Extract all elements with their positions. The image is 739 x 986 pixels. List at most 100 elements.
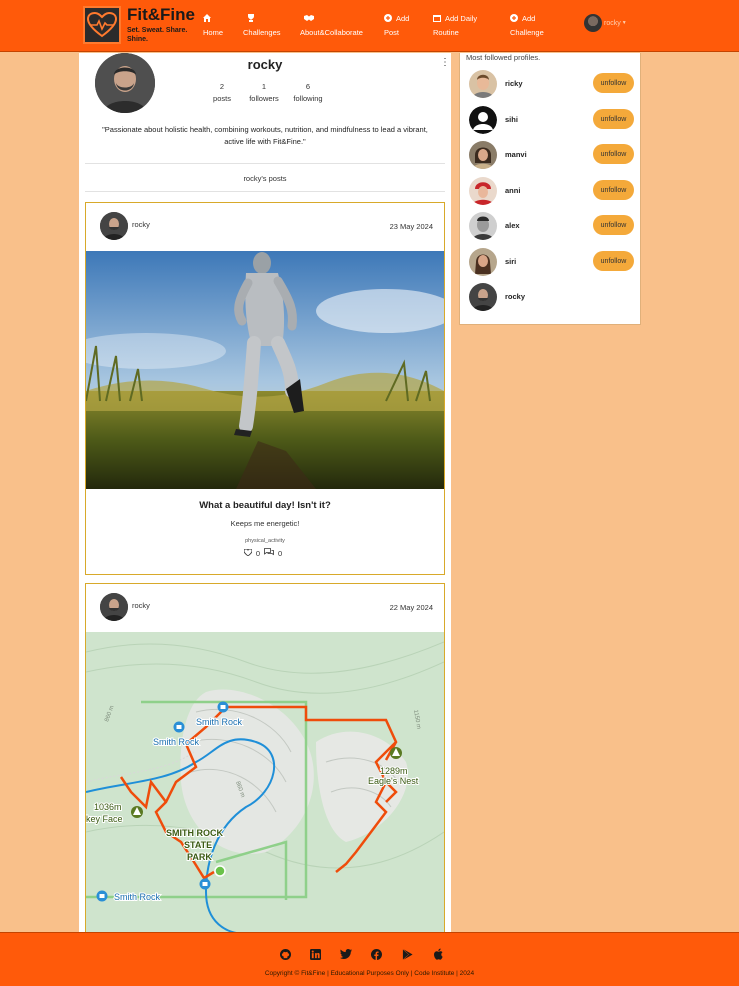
github-icon[interactable] xyxy=(279,948,291,960)
navbar: Fit&Fine Set. Sweat. Share. Shine. Home … xyxy=(0,0,739,52)
caret-down-icon: ▼ xyxy=(621,20,627,26)
post-author-avatar[interactable] xyxy=(100,593,128,621)
post-image-runner[interactable] xyxy=(86,251,444,489)
unfollow-button[interactable]: unfollow xyxy=(593,215,634,235)
comments-count: 0 xyxy=(278,548,283,558)
avatar[interactable] xyxy=(469,212,497,240)
copyright-text: Copyright © Fit&Fine | Educational Purpo… xyxy=(264,970,475,977)
posts-label: posts xyxy=(213,94,231,103)
stat-followers: 1 followers xyxy=(245,81,283,105)
following-count: 6 xyxy=(305,82,311,91)
apple-icon[interactable] xyxy=(432,948,444,960)
profile-name[interactable]: siri xyxy=(505,257,516,266)
profile-item-sihi[interactable]: sihi unfollow xyxy=(460,105,640,135)
map-label-eagles-elev: 1289m xyxy=(380,766,408,776)
profile-panel: rocky 2 posts 1 followers 6 following ⋮ … xyxy=(79,53,451,943)
profile-item-anni[interactable]: anni unfollow xyxy=(460,176,640,206)
nav-challenges[interactable]: Challenges xyxy=(243,12,281,40)
stat-posts: 2 posts xyxy=(209,81,235,105)
svg-text:STATE: STATE xyxy=(184,840,212,850)
avatar[interactable] xyxy=(469,70,497,98)
google-play-icon[interactable] xyxy=(401,948,413,960)
map-label-face-elev: 1036m xyxy=(94,802,122,812)
social-links xyxy=(279,948,462,960)
post-image-trail-map[interactable]: Smith Rock Smith Rock Smith Rock 1289m E… xyxy=(86,632,444,934)
comments-icon[interactable] xyxy=(264,548,274,558)
twitter-icon[interactable] xyxy=(340,948,352,960)
post-card[interactable]: rocky 22 May 2024 Smith Rock Smith Rock … xyxy=(85,583,445,943)
post-author-name[interactable]: rocky xyxy=(132,220,150,229)
avatar xyxy=(584,14,602,32)
facebook-icon[interactable] xyxy=(371,948,383,960)
avatar[interactable] xyxy=(469,106,497,134)
unfollow-button[interactable]: unfollow xyxy=(593,180,634,200)
avatar[interactable] xyxy=(469,283,497,311)
post-title: What a beautiful day! Isn't it? xyxy=(199,500,331,511)
brand-title: Fit&Fine xyxy=(127,4,195,24)
posts-count: 2 xyxy=(219,82,225,91)
map-label-smith-rock-3: Smith Rock xyxy=(114,892,161,902)
profile-name[interactable]: anni xyxy=(505,186,520,195)
profile-avatar xyxy=(95,53,155,113)
user-menu-dropdown[interactable]: rocky ▼ xyxy=(584,14,627,32)
post-reactions: 0 0 xyxy=(86,548,444,558)
footer: Copyright © Fit&Fine | Educational Purpo… xyxy=(0,932,739,986)
trophy-icon xyxy=(247,13,255,22)
profile-username: rocky xyxy=(247,57,283,72)
avatar[interactable] xyxy=(469,248,497,276)
profile-item-rocky[interactable]: rocky xyxy=(460,282,640,312)
posts-heading: rocky's posts xyxy=(243,174,287,183)
post-author-name[interactable]: rocky xyxy=(132,601,150,610)
nav-add-challenge[interactable]: Add Challenge xyxy=(510,12,560,40)
profile-bio: "Passionate about holistic health, combi… xyxy=(102,125,428,146)
profile-item-ricky[interactable]: ricky unfollow xyxy=(460,69,640,99)
sidebar-title: Most followed profiles. xyxy=(466,53,541,62)
post-tag[interactable]: physical_activity xyxy=(86,538,444,544)
map-label-face: key Face xyxy=(86,814,123,824)
map-label-smith-rock-1: Smith Rock xyxy=(196,717,243,727)
profile-name[interactable]: alex xyxy=(505,221,520,230)
unfollow-button[interactable]: unfollow xyxy=(593,73,634,93)
nav-add-post[interactable]: Add Post xyxy=(384,12,424,40)
svg-text:SMITH ROCK: SMITH ROCK xyxy=(166,828,223,838)
post-body: Keeps me energetic! xyxy=(230,519,300,528)
likes-count: 0 xyxy=(255,548,260,558)
nav-home[interactable]: Home xyxy=(203,12,223,40)
nav-add-routine[interactable]: Add Daily Routine xyxy=(433,12,493,40)
post-date: 23 May 2024 xyxy=(389,222,433,231)
svg-text:PARK: PARK xyxy=(187,852,212,862)
unfollow-button[interactable]: unfollow xyxy=(593,251,634,271)
profile-name[interactable]: rocky xyxy=(505,292,525,301)
linkedin-icon[interactable] xyxy=(310,948,322,960)
profile-item-siri[interactable]: siri unfollow xyxy=(460,247,640,277)
nav-about-label: About&Collaborate xyxy=(300,28,363,37)
followers-count: 1 xyxy=(261,82,267,91)
calendar-icon xyxy=(433,13,441,22)
profile-name[interactable]: sihi xyxy=(505,115,518,124)
avatar[interactable] xyxy=(469,177,497,205)
post-card[interactable]: rocky 23 May 2024 What a beautiful day! … xyxy=(85,202,445,575)
brand-tagline: Set. Sweat. Share. Shine. xyxy=(127,26,188,43)
post-date: 22 May 2024 xyxy=(389,603,433,612)
most-followed-sidebar: Most followed profiles. ricky unfollow s… xyxy=(459,53,641,325)
nav-about[interactable]: About&Collaborate xyxy=(300,12,363,40)
post-author-avatar[interactable] xyxy=(100,212,128,240)
plus-circle-icon xyxy=(384,13,392,22)
more-options-icon[interactable]: ⋮ xyxy=(440,57,450,68)
unfollow-button[interactable]: unfollow xyxy=(593,109,634,129)
map-label-smith-rock-2: Smith Rock xyxy=(153,737,200,747)
profile-name[interactable]: manvi xyxy=(505,150,527,159)
heart-icon[interactable] xyxy=(243,548,253,558)
divider xyxy=(85,163,445,164)
profile-name[interactable]: ricky xyxy=(505,79,523,88)
profile-item-alex[interactable]: alex unfollow xyxy=(460,211,640,241)
avatar[interactable] xyxy=(469,141,497,169)
brand[interactable]: Fit&Fine Set. Sweat. Share. Shine. xyxy=(83,6,195,44)
following-label: following xyxy=(293,94,323,103)
followers-label: followers xyxy=(249,94,279,103)
profile-item-manvi[interactable]: manvi unfollow xyxy=(460,140,640,170)
divider xyxy=(85,191,445,192)
unfollow-button[interactable]: unfollow xyxy=(593,144,634,164)
user-menu-label: rocky xyxy=(604,19,621,27)
nav-home-label: Home xyxy=(203,28,224,37)
